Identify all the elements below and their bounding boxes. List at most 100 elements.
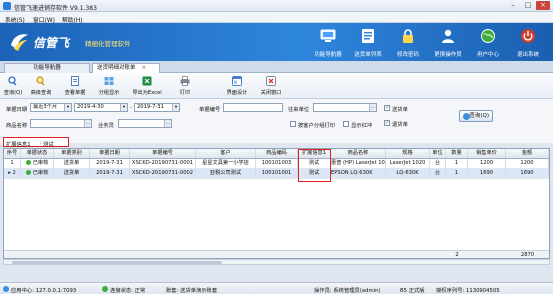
design-icon — [232, 76, 242, 86]
monitor-icon — [320, 29, 336, 42]
logo-icon — [11, 34, 28, 51]
menu-bar: 系统(S) 窗口(W) 帮助(H) — [0, 12, 553, 24]
ext-filter-value: 测试 — [43, 141, 54, 148]
column-header[interactable]: 客户 — [196, 149, 256, 158]
date-label: 单据日期 — [6, 107, 28, 113]
group-icon — [104, 77, 114, 85]
print-group-label: 按客户分组打印 — [298, 123, 336, 129]
search-icon — [463, 113, 470, 120]
filter-panel: 单据日期 最近3个月 ▾ 2019-4-30 ▾ - 2019-7-31 ▾ 单据编号… — [0, 99, 553, 143]
close-window-button[interactable]: 关闭窗口 — [256, 75, 286, 97]
ext-filter-label: 扩展信息1 — [6, 141, 31, 148]
horizontal-scrollbar[interactable] — [3, 259, 550, 265]
nav-delivery-list-button[interactable]: 送货单列表 — [348, 26, 388, 60]
list-icon — [362, 29, 374, 43]
column-header[interactable]: 单据类别 — [54, 149, 90, 158]
connection-icon — [102, 286, 108, 292]
grid-footer: 2 2870 — [4, 250, 549, 258]
group-display-button[interactable]: 分组显示 — [94, 75, 124, 97]
maximize-button[interactable]: □ — [521, 1, 535, 10]
table-row[interactable]: ▸ 2 已审核 送货单 2019-7-31 XSCKD-20190731-000… — [4, 169, 549, 179]
export-excel-button[interactable]: 导出为Excel — [128, 75, 166, 97]
doc-no-input[interactable] — [223, 103, 283, 112]
ext-filter-colon: : — [40, 139, 42, 146]
doc-no-label: 单据编号 — [199, 107, 221, 113]
column-header[interactable]: 单据编号 — [130, 149, 196, 158]
grid-header: 序号 单据状态 单据类别 单据日期 单据编号 客户 商品编码 扩展信息1 商品名… — [4, 149, 549, 159]
minimize-button[interactable]: – — [506, 1, 520, 10]
customer-input[interactable]: ... — [313, 103, 377, 112]
nav-exit-button[interactable]: 退出系统 — [508, 26, 548, 60]
total-amount: 2870 — [520, 252, 535, 258]
column-header[interactable]: 单据状态 — [21, 149, 54, 158]
status-bar: 应用中心: 127.0.0.1:7093 连接状态: 正常 账套: 送货单演示账… — [0, 282, 553, 294]
ellipsis-icon[interactable]: ... — [369, 104, 376, 111]
interface-design-button[interactable]: 界面设计 — [222, 75, 252, 97]
document-icon — [71, 76, 79, 86]
customer-label: 往来单位 — [288, 107, 310, 113]
query-button[interactable]: 查询(Q) — [459, 110, 493, 122]
show-red-label: 显示红冲 — [351, 123, 373, 129]
print-button[interactable]: 打印 — [172, 75, 198, 97]
extended-info-column-highlight — [298, 149, 331, 182]
column-header[interactable]: 商品编码 — [256, 149, 298, 158]
chevron-down-icon: ▾ — [172, 104, 179, 111]
column-header[interactable]: 单据日期 — [90, 149, 130, 158]
title-bar: 信管飞速进销存软件 V9.1.383 – □ × — [0, 0, 553, 12]
view-document-button[interactable]: 查看单据 — [60, 75, 90, 97]
delivery-checkbox[interactable]: ✓ — [384, 105, 390, 111]
delivery-label: 送货单 — [392, 107, 408, 113]
nav-user-center-button[interactable]: 用户中心 — [468, 26, 508, 60]
salesperson-input[interactable]: ... — [118, 119, 172, 128]
print-group-checkbox[interactable] — [290, 121, 296, 127]
column-header[interactable]: 序号 — [4, 149, 21, 158]
chevron-down-icon: ▾ — [64, 104, 71, 111]
app-center-icon — [3, 286, 9, 292]
date-range-select[interactable]: 最近3个月 ▾ — [30, 103, 72, 112]
salesperson-label: 业务员 — [98, 123, 114, 129]
close-button[interactable]: × — [536, 1, 550, 10]
table-row[interactable]: 1 已审核 送货单 2019-7-31 XSCKD-20190731-0001 … — [4, 159, 549, 169]
advanced-search-icon — [36, 76, 45, 86]
column-header[interactable]: 销售单价 — [468, 149, 506, 158]
nav-switch-operator-button[interactable]: 更换操作员 — [428, 26, 468, 60]
logo-slogan: 精细化管理软件 — [85, 40, 131, 48]
license-status: 授权序列号: 1130904505 — [436, 288, 500, 294]
show-red-checkbox[interactable] — [343, 121, 349, 127]
scrollbar-thumb[interactable] — [12, 261, 222, 264]
tab-function-navigator[interactable]: 功能导航器 — [4, 63, 90, 73]
column-header[interactable]: 规格 — [386, 149, 430, 158]
date-to-input[interactable]: 2019-7-31 ▾ — [134, 103, 180, 112]
print-icon — [180, 76, 190, 86]
nav-change-password-button[interactable]: 修改密码 — [388, 26, 428, 60]
status-ok-icon — [25, 159, 31, 165]
document-tabs: 功能导航器 送货明细对账单 × — [0, 61, 553, 74]
column-header[interactable]: 金额 — [506, 149, 549, 158]
toolbar: 查询(Q) 高级查询 查看单据 分组显示 导出为Excel 打印 界面设计 关闭… — [0, 73, 553, 99]
data-grid: 序号 单据状态 单据类别 单据日期 单据编号 客户 商品编码 扩展信息1 商品名… — [3, 148, 550, 259]
lock-icon — [403, 29, 413, 43]
column-header[interactable]: 商品名称 — [331, 149, 386, 158]
excel-icon — [142, 76, 152, 86]
advanced-query-button[interactable]: 高级查询 — [26, 75, 56, 97]
ellipsis-icon[interactable]: ... — [164, 120, 171, 127]
nav-function-navigator-button[interactable]: 功能导航器 — [308, 26, 348, 60]
product-input[interactable]: ... — [30, 119, 92, 128]
close-window-icon — [266, 76, 276, 86]
column-header[interactable]: 数量 — [446, 149, 468, 158]
product-label: 商品名称 — [6, 123, 28, 129]
app-center-status: 应用中心: 127.0.0.1:7093 — [11, 288, 77, 294]
ellipsis-icon[interactable]: ... — [84, 120, 91, 127]
extended-info-filter[interactable]: 扩展信息1 : 测试 — [3, 137, 69, 148]
total-qty: 2 — [455, 252, 459, 258]
search-icon — [8, 76, 17, 86]
date-separator: - — [130, 105, 132, 111]
connection-status: 连接状态: 正常 — [110, 288, 146, 294]
query-toolbar-button[interactable]: 查询(Q) — [2, 75, 24, 97]
power-icon — [521, 29, 535, 43]
column-header[interactable]: 单位 — [430, 149, 446, 158]
return-checkbox[interactable]: ✓ — [384, 120, 390, 126]
date-from-input[interactable]: 2019-4-30 ▾ — [74, 103, 128, 112]
status-ok-icon — [25, 169, 31, 175]
tab-close-icon[interactable]: × — [142, 65, 147, 71]
